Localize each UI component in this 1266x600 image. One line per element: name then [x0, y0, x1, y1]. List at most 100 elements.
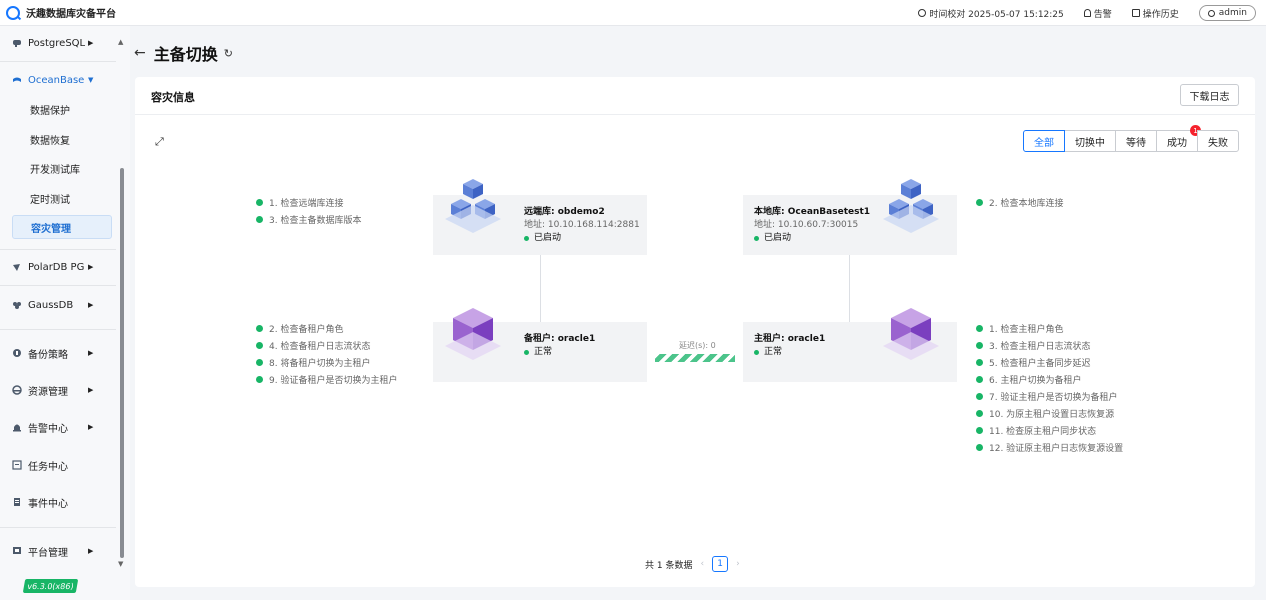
alarm-icon — [13, 424, 21, 432]
sidebar-item-postgresql[interactable]: PostgreSQL ▶ — [0, 33, 116, 53]
db-cluster-icon — [883, 179, 939, 233]
divider — [0, 285, 116, 286]
filter-success[interactable]: 成功 1 — [1156, 125, 1201, 152]
step-item: 2. 检查备租户角色 — [256, 320, 397, 337]
sidebar-item-backup-policy[interactable]: 备份策略 ▶ — [0, 343, 116, 363]
back-arrow-icon[interactable]: ← — [134, 45, 146, 61]
remote-db-node[interactable]: 远端库: obdemo2 地址: 10.10.168.114:2881 已启动 — [433, 179, 647, 255]
remote-db-addr: 地址: 10.10.168.114:2881 — [524, 220, 640, 230]
oceanbase-icon — [13, 77, 21, 82]
history-button[interactable]: 操作历史 — [1131, 7, 1179, 20]
step-item: 3. 检查主租户日志流状态 — [976, 337, 1123, 354]
sidebar-item-oceanbase[interactable]: OceanBase ▼ — [0, 70, 116, 90]
check-icon — [976, 325, 983, 332]
step-item: 12. 验证原主租户日志恢复源设置 — [976, 439, 1123, 456]
dr-info-card: 容灾信息 下载日志 ⤢ 全部 切换中 等待 成功 1 失败 1. 检查远端库连接… — [135, 77, 1255, 587]
sidebar-item-alert-center[interactable]: 告警中心 ▶ — [0, 417, 116, 437]
sidebar-item-event-center[interactable]: 事件中心 — [0, 492, 116, 512]
check-icon — [976, 427, 983, 434]
sidebar-item-label: 资源管理 — [28, 386, 68, 398]
connector-line — [540, 255, 541, 322]
clock-icon — [918, 9, 927, 17]
caret-down-icon: ▼ — [88, 76, 94, 84]
download-log-button[interactable]: 下载日志 — [1180, 84, 1239, 106]
sidebar-item-polardb[interactable]: PolarDB PG ▶ — [0, 257, 116, 277]
check-icon — [976, 444, 983, 451]
sidebar-subitem-data-recovery[interactable]: 数据恢复 — [0, 129, 116, 149]
local-db-name: 本地库: OceanBasetest1 — [754, 207, 871, 217]
filter-switching[interactable]: 切换中 — [1064, 130, 1116, 152]
sidebar-item-task-center[interactable]: 任务中心 — [0, 455, 116, 475]
divider — [0, 527, 116, 528]
step-item: 10. 为原主租户设置日志恢复源 — [976, 405, 1123, 422]
status-filter-group: 全部 切换中 等待 成功 1 失败 — [1023, 125, 1239, 152]
primary-tenant-node[interactable]: 主租户: oracle1 正常 — [743, 308, 957, 382]
next-page-icon[interactable]: › — [736, 559, 740, 569]
divider — [0, 61, 116, 62]
scroll-thumb[interactable] — [120, 168, 124, 558]
sidebar-item-label: GaussDB — [28, 299, 74, 311]
check-icon — [256, 199, 263, 206]
sidebar-item-platform-mgmt[interactable]: 平台管理 ▶ — [0, 541, 116, 561]
history-icon — [1131, 9, 1140, 17]
sidebar-item-resource-mgmt[interactable]: 资源管理 ▶ — [0, 380, 116, 400]
status-dot-icon — [754, 236, 759, 241]
backup-icon — [13, 349, 21, 357]
check-icon — [256, 342, 263, 349]
sidebar-item-label: PolarDB PG — [28, 261, 85, 273]
caret-right-icon: ▶ — [88, 263, 94, 271]
sidebar-subitem-data-protection[interactable]: 数据保护 — [0, 99, 116, 119]
sidebar-subitem-dr-management[interactable]: 容灾管理 — [12, 215, 112, 239]
prev-page-icon[interactable]: ‹ — [700, 559, 704, 569]
page-number[interactable]: 1 — [712, 556, 729, 572]
scroll-down-icon[interactable]: ▼ — [118, 560, 123, 568]
event-icon — [14, 498, 20, 506]
status-dot-icon — [754, 350, 759, 355]
sidebar-item-gaussdb[interactable]: GaussDB ▶ — [0, 295, 116, 315]
top-right-actions: 时间校对 2025-05-07 15:12:25 告警 操作历史 admin — [918, 0, 1256, 26]
sidebar-subitem-dev-test-db[interactable]: 开发测试库 — [0, 158, 116, 178]
standby-tenant-node[interactable]: 备租户: oracle1 正常 — [433, 308, 647, 382]
history-label: 操作历史 — [1142, 9, 1179, 20]
primary-tenant-name: 主租户: oracle1 — [754, 334, 826, 344]
check-icon — [256, 376, 263, 383]
sidebar-subitem-scheduled-test[interactable]: 定时测试 — [0, 188, 116, 208]
top-bar: 沃趣数据库灾备平台 时间校对 2025-05-07 15:12:25 告警 操作… — [0, 0, 1266, 26]
sidebar-item-label: 备份策略 — [28, 349, 68, 361]
card-header: 容灾信息 下载日志 — [135, 77, 1255, 115]
step-item: 8. 将备租户切换为主租户 — [256, 354, 397, 371]
filter-waiting[interactable]: 等待 — [1115, 130, 1157, 152]
caret-right-icon: ▶ — [88, 349, 94, 357]
step-item: 11. 检查原主租户同步状态 — [976, 422, 1123, 439]
sidebar: PostgreSQL ▶ OceanBase ▼ 数据保护 数据恢复 开发测试库… — [0, 26, 130, 600]
alert-button[interactable]: 告警 — [1083, 7, 1112, 20]
user-menu-button[interactable]: admin — [1198, 5, 1256, 21]
sidebar-scrollbar[interactable]: ▲ ▼ — [118, 38, 126, 568]
expand-icon[interactable]: ⤢ — [155, 135, 164, 149]
tenant-cube-icon — [883, 308, 939, 360]
polardb-icon — [13, 264, 20, 271]
primary-tenant-status: 正常 — [754, 346, 825, 359]
step-item: 1. 检查主租户角色 — [976, 320, 1123, 337]
local-db-steps: 2. 检查本地库连接 — [976, 194, 1063, 211]
filter-failed[interactable]: 失败 — [1197, 130, 1239, 152]
brand[interactable]: 沃趣数据库灾备平台 — [0, 5, 116, 20]
page-title: 主备切换 — [153, 45, 218, 64]
scroll-up-icon[interactable]: ▲ — [118, 38, 123, 46]
remote-db-info: 远端库: obdemo2 地址: 10.10.168.114:2881 已启动 — [524, 206, 640, 245]
connector-line — [849, 255, 850, 322]
filter-all[interactable]: 全部 — [1023, 130, 1065, 152]
task-icon — [12, 460, 22, 470]
refresh-icon[interactable]: ↻ — [224, 47, 233, 60]
check-icon — [976, 199, 983, 206]
check-icon — [976, 376, 983, 383]
step-item: 5. 检查租户主备同步延迟 — [976, 354, 1123, 371]
alert-label: 告警 — [1093, 9, 1112, 20]
local-db-node[interactable]: 本地库: OceanBasetest1 地址: 10.10.60.7:30015… — [743, 179, 957, 255]
status-dot-icon — [524, 350, 529, 355]
time-sync[interactable]: 时间校对 2025-05-07 15:12:25 — [918, 7, 1064, 20]
check-icon — [976, 359, 983, 366]
primary-tenant-steps: 1. 检查主租户角色 3. 检查主租户日志流状态 5. 检查租户主备同步延迟 6… — [976, 320, 1123, 456]
local-db-info: 本地库: OceanBasetest1 地址: 10.10.60.7:30015… — [754, 206, 870, 245]
caret-right-icon: ▶ — [88, 423, 94, 431]
